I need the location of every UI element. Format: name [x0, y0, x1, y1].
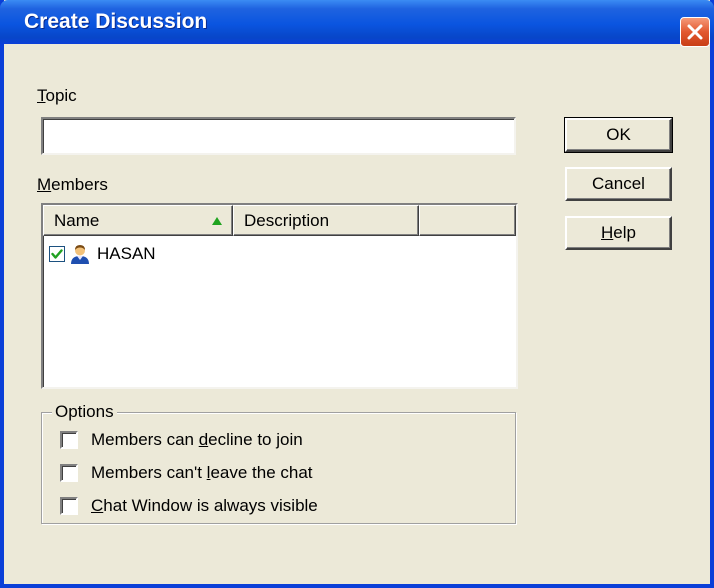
window-title: Create Discussion	[24, 10, 208, 33]
option-decline-to-join[interactable]: Members can decline to join	[60, 429, 303, 451]
topic-input[interactable]	[41, 117, 516, 155]
topic-label: Topic	[37, 86, 77, 105]
member-name: HASAN	[97, 244, 156, 263]
members-label: Members	[37, 175, 108, 194]
create-discussion-dialog: Create Discussion Topic OK Cancel Help M…	[0, 0, 714, 588]
options-group: Options Members can decline to join Memb…	[41, 401, 516, 524]
options-legend: Options	[52, 401, 117, 423]
ok-button[interactable]: OK	[564, 117, 673, 153]
option-window-always-visible[interactable]: Chat Window is always visible	[60, 495, 318, 517]
user-icon	[71, 245, 89, 264]
ok-button-label: OK	[606, 125, 631, 144]
option-label: Members can't leave the chat	[91, 463, 313, 482]
help-button[interactable]: Help	[565, 216, 672, 250]
check-icon	[51, 249, 63, 259]
column-header-name[interactable]: Name	[43, 205, 233, 236]
close-icon	[687, 24, 703, 40]
option-cant-leave-chat[interactable]: Members can't leave the chat	[60, 462, 313, 484]
list-item[interactable]: HASAN	[49, 243, 156, 265]
cancel-button[interactable]: Cancel	[565, 167, 672, 201]
members-list[interactable]: Name Description HASAN	[41, 203, 518, 389]
help-button-label: Help	[601, 223, 636, 242]
column-header-empty[interactable]	[419, 205, 516, 236]
cancel-button-label: Cancel	[592, 174, 645, 193]
sort-ascending-icon	[212, 217, 222, 225]
close-button[interactable]	[680, 17, 710, 47]
title-bar[interactable]: Create Discussion	[0, 0, 714, 47]
decline-to-join-checkbox[interactable]	[60, 431, 78, 449]
option-label: Chat Window is always visible	[91, 496, 318, 515]
cant-leave-chat-checkbox[interactable]	[60, 464, 78, 482]
column-header-description[interactable]: Description	[233, 205, 419, 236]
members-list-header: Name Description	[43, 205, 516, 236]
member-checkbox[interactable]	[49, 246, 65, 262]
option-label: Members can decline to join	[91, 430, 303, 449]
window-always-visible-checkbox[interactable]	[60, 497, 78, 515]
